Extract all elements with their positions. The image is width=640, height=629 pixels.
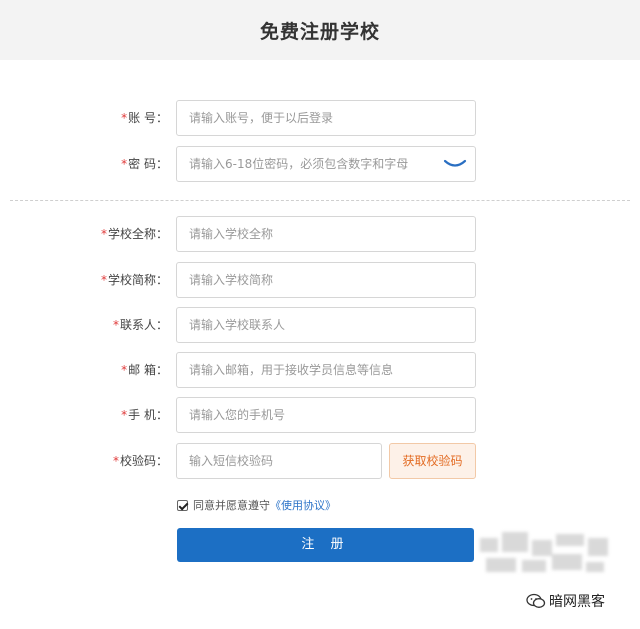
required-mark: * [112, 318, 119, 332]
agreement-checkbox[interactable] [177, 499, 188, 511]
account-row: *账 号： [0, 100, 640, 136]
phone-row: *手 机： [0, 397, 640, 433]
sms-code-input[interactable] [176, 443, 382, 479]
password-input[interactable] [176, 146, 476, 182]
watermark: 暗网黑客 [526, 590, 605, 612]
eye-closed-icon[interactable] [442, 155, 468, 173]
phone-label: *手 机： [121, 408, 168, 422]
password-row: *密 码： [0, 146, 640, 182]
agreement: 同意并愿意遵守 《使用协议》 [177, 497, 336, 513]
school-short-name-label: *学校简称： [100, 273, 168, 287]
agreement-text: 同意并愿意遵守 [193, 499, 270, 512]
sms-code-row: *校验码： [0, 443, 640, 479]
register-button[interactable]: 注 册 [177, 528, 474, 562]
school-full-name-row: *学校全称： [0, 216, 640, 252]
required-mark: * [121, 408, 128, 422]
contact-input[interactable] [176, 307, 476, 343]
school-short-name-row: *学校简称： [0, 262, 640, 298]
contact-row: *联系人： [0, 307, 640, 343]
required-mark: * [112, 454, 119, 468]
wechat-icon [526, 593, 546, 608]
email-input[interactable] [176, 352, 476, 388]
watermark-text: 暗网黑客 [549, 594, 605, 610]
required-mark: * [100, 273, 107, 287]
required-mark: * [100, 227, 107, 241]
section-divider [10, 200, 630, 201]
account-label: *账 号： [121, 111, 168, 125]
school-short-name-input[interactable] [176, 262, 476, 298]
required-mark: * [121, 157, 128, 171]
agreement-link[interactable]: 《使用协议》 [270, 497, 336, 513]
required-mark: * [121, 363, 128, 377]
contact-label: *联系人： [112, 318, 168, 332]
account-input[interactable] [176, 100, 476, 136]
blurred-image [480, 532, 610, 576]
school-full-name-label: *学校全称： [100, 227, 168, 241]
get-code-button[interactable]: 获取校验码 [389, 443, 476, 479]
page-header: 免费注册学校 [0, 0, 640, 60]
register-page: 免费注册学校 *账 号： *密 码： *学校全称： *学校简称： *联系人： *… [0, 0, 640, 629]
password-label: *密 码： [121, 157, 168, 171]
page-title: 免费注册学校 [259, 20, 380, 43]
school-full-name-input[interactable] [176, 216, 476, 252]
sms-code-label: *校验码： [112, 454, 168, 468]
required-mark: * [121, 111, 128, 125]
email-row: *邮 箱： [0, 352, 640, 388]
email-label: *邮 箱： [121, 363, 168, 377]
phone-input[interactable] [176, 397, 476, 433]
